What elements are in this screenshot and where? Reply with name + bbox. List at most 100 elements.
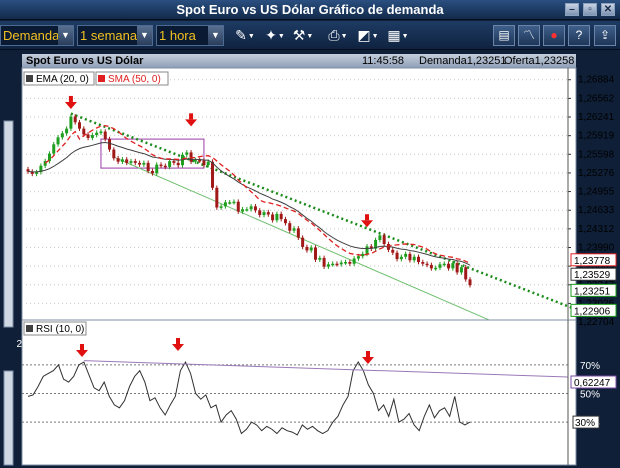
alert-button[interactable]: ●: [543, 25, 565, 46]
candle-body: [65, 128, 69, 134]
candle-body: [314, 247, 318, 260]
period-dropdown[interactable]: 1 semana ▼: [77, 25, 153, 46]
candle-body: [266, 212, 270, 215]
rsi-trend-flag-label: 0,62247: [574, 378, 611, 389]
chart-icon: ◩: [357, 27, 371, 43]
candle-body: [412, 256, 416, 261]
pin-button[interactable]: ✦▼: [260, 25, 290, 46]
y-tick-label: 1,23990: [578, 243, 615, 254]
candle-body: [438, 264, 442, 268]
candle-body: [421, 262, 425, 264]
export-icon: ⇪: [599, 28, 611, 42]
price-chart[interactable]: 1,26884 1,26562 1,26241 1,25919 1,25598 1,252…: [0, 51, 620, 468]
candle-body: [447, 263, 451, 269]
candle-body: [168, 161, 172, 167]
candle-body: [468, 279, 472, 286]
chart-panel: Spot Euro vs US Dólar 11:45:58 Demanda1,…: [0, 51, 620, 468]
candle-body: [133, 161, 137, 163]
candle-body: [356, 256, 360, 259]
left-scroll-handle-rsi[interactable]: [3, 370, 14, 466]
down-arrow-icon-shaft: [189, 113, 194, 120]
y-tick-label: 1,26562: [578, 93, 615, 104]
candle-body: [399, 256, 403, 260]
candle-body: [459, 267, 463, 273]
export-button[interactable]: ⇪: [594, 25, 616, 46]
interval-dropdown[interactable]: 1 hora ▼: [156, 25, 224, 46]
rsi-current-label: 30%: [575, 418, 595, 429]
chart-style-button[interactable]: ◩▼: [353, 25, 383, 46]
candle-body: [391, 249, 395, 253]
candle-body: [163, 165, 167, 168]
pencil-icon: ✎: [235, 27, 247, 43]
candle-body: [69, 116, 73, 129]
print-button[interactable]: ⎙▼: [323, 25, 353, 46]
candle-body: [125, 159, 129, 163]
close-button[interactable]: ✕: [601, 3, 615, 16]
candle-body: [202, 160, 206, 166]
interval-value: 1 hora: [159, 28, 196, 43]
minimize-button[interactable]: –: [565, 3, 579, 16]
candle-body: [344, 262, 348, 264]
sma-legend-label: SMA (50, 0): [108, 74, 161, 85]
candle-body: [206, 161, 210, 166]
candle-body: [142, 162, 146, 165]
candle-body: [245, 209, 249, 211]
rsi-color-swatch: [26, 325, 33, 332]
candle-body: [382, 235, 386, 245]
candle-body: [236, 201, 240, 212]
candle-body: [339, 262, 343, 265]
y-tick-label: 1,26241: [578, 112, 615, 123]
price-type-value: Demanda: [3, 28, 60, 43]
rsi-legend[interactable]: RSI (10, 0): [23, 321, 87, 336]
price-type-dropdown[interactable]: Demanda ▼: [0, 25, 74, 46]
candle-body: [296, 228, 300, 238]
candle-body: [77, 122, 81, 129]
candle-body: [253, 206, 257, 211]
ema-legend[interactable]: EMA (20, 0): [23, 71, 95, 86]
chart-window: Spot Euro vs US Dólar Gráfico de demanda…: [0, 0, 620, 468]
sma-legend[interactable]: SMA (50, 0): [95, 71, 169, 86]
candle-body: [198, 159, 202, 162]
rsi-plot-area: [21, 319, 577, 466]
help-button[interactable]: ?: [568, 25, 590, 46]
tools-icon: ⚒: [292, 27, 306, 43]
indicator-button[interactable]: 〽: [518, 25, 540, 46]
bell-icon: ●: [550, 28, 558, 42]
draw-line-button[interactable]: ✎▼: [230, 25, 260, 46]
candle-body: [95, 132, 99, 136]
candle-body: [258, 210, 262, 216]
candle-body: [241, 209, 245, 212]
grid-icon: ▦: [387, 27, 401, 43]
candle-body: [223, 202, 227, 207]
candle-body: [326, 264, 330, 267]
print-icon: ⎙: [328, 27, 340, 43]
candle-body: [211, 161, 215, 188]
left-scroll-handle[interactable]: [3, 120, 14, 328]
candle-body: [82, 128, 86, 135]
table-button[interactable]: ▦▼: [383, 25, 413, 46]
candle-body: [129, 161, 133, 163]
tools-button[interactable]: ⚒▼: [288, 25, 318, 46]
candle-body: [138, 162, 142, 165]
candle-body: [322, 257, 326, 267]
down-arrow-icon-shaft: [68, 95, 73, 102]
rsi-tick-label: 50%: [580, 390, 600, 401]
candle-body: [318, 257, 322, 260]
rsi-tick-label: 70%: [580, 361, 600, 372]
question-icon: ?: [575, 28, 583, 42]
maximize-button[interactable]: ▫: [583, 3, 597, 16]
candle-body: [335, 263, 339, 266]
layout-button[interactable]: ▤: [493, 25, 515, 46]
y-tick-label: 1,24633: [578, 205, 615, 216]
candle-body: [35, 172, 39, 174]
candle-body: [408, 253, 412, 261]
candle-body: [232, 201, 236, 204]
y-tick-label: 1,24312: [578, 224, 615, 235]
candle-body: [309, 247, 313, 251]
candle-body: [417, 256, 421, 263]
candle-body: [301, 237, 305, 247]
candle-body: [404, 253, 408, 257]
rsi-legend-label: RSI (10, 0): [36, 324, 84, 335]
trend-icon: 〽: [522, 28, 535, 42]
pushpin-icon: ✦: [265, 27, 277, 43]
